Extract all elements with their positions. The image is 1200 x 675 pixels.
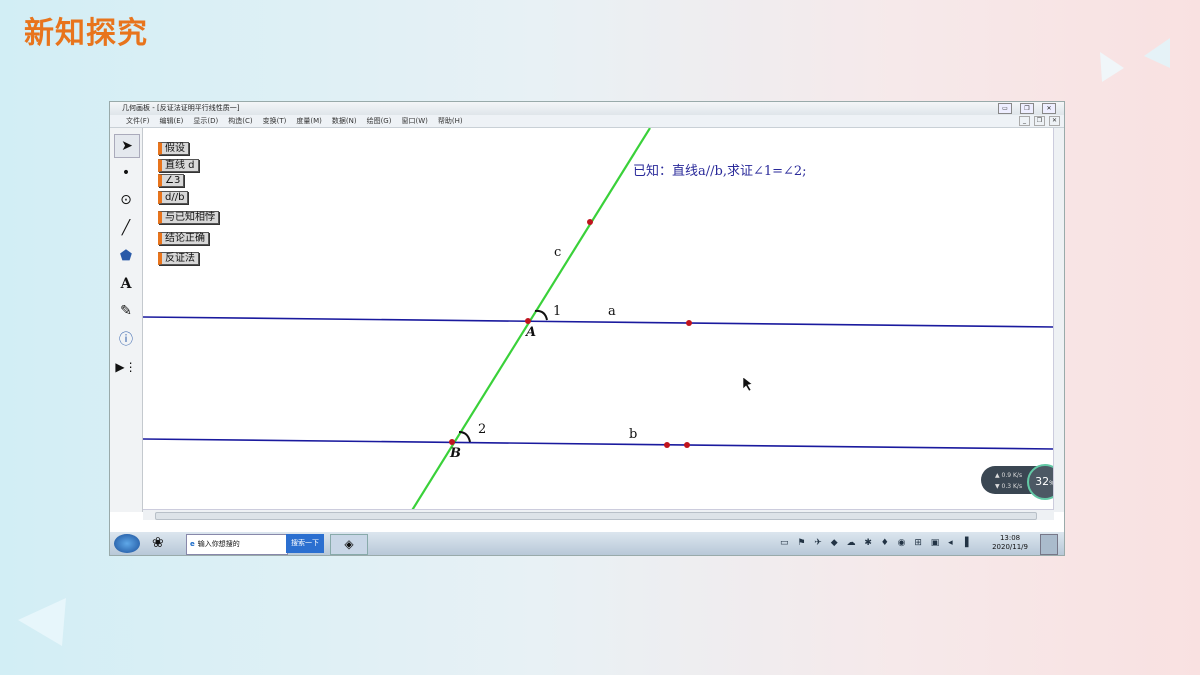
label-1: 1 bbox=[553, 304, 561, 319]
upload-speed: ▲ 0.9 K/s bbox=[995, 472, 1023, 479]
slide-title: 新知探究 bbox=[24, 16, 148, 51]
menu-graph[interactable]: 绘图(G) bbox=[367, 115, 392, 127]
download-speed: ▼ 0.3 K/s bbox=[995, 483, 1023, 490]
menu-measure[interactable]: 度量(M) bbox=[296, 115, 322, 127]
label-A: A bbox=[524, 325, 536, 340]
line-tool[interactable]: ╱ bbox=[114, 217, 138, 239]
deco-triangle-bottom-left bbox=[18, 598, 66, 646]
custom-tool[interactable]: ▶⋮ bbox=[114, 356, 138, 378]
search-input[interactable]: e 输入你想搜的 bbox=[186, 534, 288, 555]
info-tool[interactable]: ⓘ bbox=[114, 328, 138, 350]
label-B: B bbox=[449, 446, 461, 461]
menu-display[interactable]: 显示(D) bbox=[193, 115, 218, 127]
maximize-button[interactable]: ❐ bbox=[1020, 103, 1034, 114]
point-B[interactable] bbox=[449, 439, 455, 445]
tool-palette: ➤ • ⊙ ╱ ⬟ A ✎ ⓘ ▶⋮ bbox=[110, 128, 143, 512]
menu-edit[interactable]: 编辑(E) bbox=[160, 115, 184, 127]
point-on-c[interactable] bbox=[587, 219, 593, 225]
menu-window[interactable]: 窗口(W) bbox=[401, 115, 427, 127]
system-tray[interactable]: ▭ ⚑ ✈ ◆ ☁ ✱ ♦ ◉ ⊞ ▣ ◂ ▐ bbox=[780, 534, 990, 553]
menu-construct[interactable]: 构造(C) bbox=[228, 115, 252, 127]
point-on-a[interactable] bbox=[686, 320, 692, 326]
horizontal-scrollbar[interactable] bbox=[143, 509, 1054, 520]
menu-transform[interactable]: 变换(T) bbox=[263, 115, 287, 127]
minimize-button[interactable]: ▭ bbox=[998, 103, 1012, 114]
geometry-figure: c 1 a A 2 b B bbox=[143, 128, 1054, 512]
label-c: c bbox=[554, 245, 561, 260]
scroll-thumb[interactable] bbox=[155, 512, 1037, 520]
angle-1-mark bbox=[534, 309, 548, 321]
arrow-tool[interactable]: ➤ bbox=[114, 134, 140, 158]
vertical-scrollbar[interactable] bbox=[1053, 128, 1064, 512]
point-on-b-1[interactable] bbox=[664, 442, 670, 448]
menubar: 文件(F) 编辑(E) 显示(D) 构造(C) 变换(T) 度量(M) 数据(N… bbox=[110, 115, 1064, 128]
menu-file[interactable]: 文件(F) bbox=[126, 115, 150, 127]
clock-time: 13:08 bbox=[999, 534, 1021, 542]
ie-icon: e bbox=[190, 540, 195, 548]
label-b: b bbox=[629, 427, 637, 442]
start-button[interactable] bbox=[114, 534, 140, 553]
polygon-tool[interactable]: ⬟ bbox=[114, 245, 138, 267]
point-on-b-2[interactable] bbox=[684, 442, 690, 448]
app-icon[interactable]: ❀ bbox=[152, 534, 178, 553]
clock-date: 2020/11/9 bbox=[992, 543, 1028, 551]
deco-triangles-top-right bbox=[1100, 38, 1170, 82]
doc-restore-button[interactable]: ❐ bbox=[1034, 116, 1045, 126]
doc-minimize-button[interactable]: _ bbox=[1019, 116, 1030, 126]
geometry-sketchpad-window: 几何画板 - [反证法证明平行线性质一] ▭ ❐ ✕ 文件(F) 编辑(E) 显… bbox=[109, 101, 1065, 556]
show-desktop-button[interactable] bbox=[1040, 534, 1058, 555]
text-tool[interactable]: A bbox=[114, 273, 138, 295]
menu-help[interactable]: 帮助(H) bbox=[438, 115, 463, 127]
sketch-canvas[interactable]: 假设 直线 d ∠3 d//b 与已知相悖 结论正确 反证法 已知：直线a//b… bbox=[143, 128, 1054, 512]
point-tool[interactable]: • bbox=[114, 162, 138, 184]
windows-taskbar: ❀ e 输入你想搜的 搜索一下 ◈ ▭ ⚑ ✈ ◆ ☁ ✱ ♦ ◉ ⊞ ▣ ◂ ▐… bbox=[110, 532, 1064, 555]
doc-close-button[interactable]: ✕ bbox=[1049, 116, 1060, 126]
marker-tool[interactable]: ✎ bbox=[114, 300, 138, 322]
geometry-taskbar-icon[interactable]: ◈ bbox=[330, 534, 368, 555]
network-speed-widget[interactable]: ▲ 0.9 K/s ▼ 0.3 K/s 32% bbox=[981, 464, 1054, 500]
clock[interactable]: 13:08 2020/11/9 bbox=[992, 534, 1028, 552]
compass-tool[interactable]: ⊙ bbox=[114, 189, 138, 211]
point-A[interactable] bbox=[525, 318, 531, 324]
menu-data[interactable]: 数据(N) bbox=[332, 115, 357, 127]
window-titlebar: 几何画板 - [反证法证明平行线性质一] ▭ ❐ ✕ bbox=[110, 102, 1064, 115]
search-button[interactable]: 搜索一下 bbox=[286, 534, 324, 553]
label-a: a bbox=[608, 304, 616, 319]
label-2: 2 bbox=[478, 422, 486, 437]
close-button[interactable]: ✕ bbox=[1042, 103, 1056, 114]
mouse-cursor-icon bbox=[742, 376, 753, 392]
line-b[interactable] bbox=[143, 438, 1054, 450]
window-title: 几何画板 - [反证法证明平行线性质一] bbox=[122, 104, 240, 112]
line-a[interactable] bbox=[143, 316, 1054, 328]
